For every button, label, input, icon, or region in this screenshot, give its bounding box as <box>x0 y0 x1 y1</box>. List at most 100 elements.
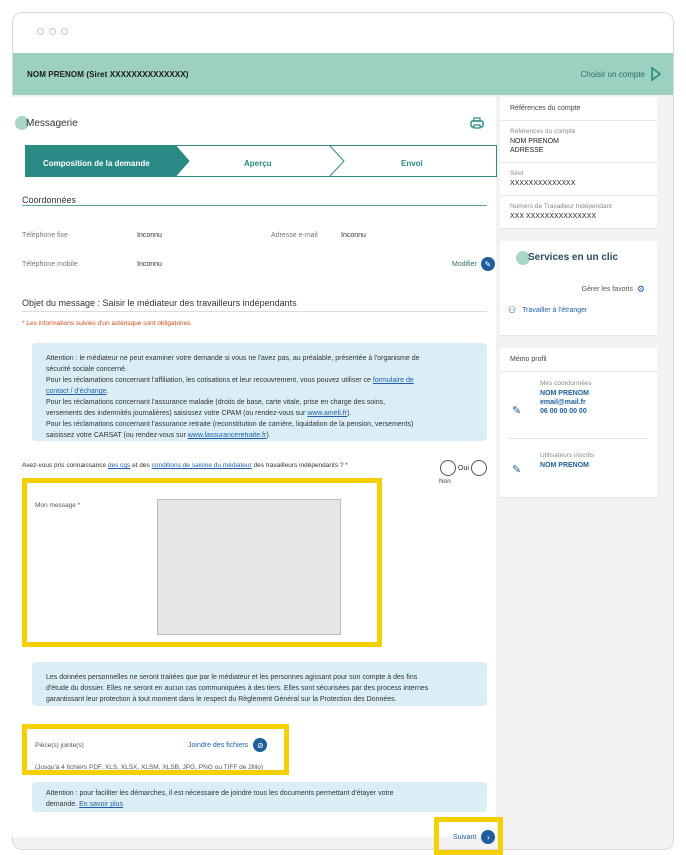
learn-more-link[interactable]: En savoir plus <box>79 801 123 808</box>
memo-divider <box>508 438 648 439</box>
messagerie-title: Messagerie <box>26 118 78 129</box>
highlight-message-area <box>22 478 382 647</box>
privacy-line-3: garantissant leur protection à tout mome… <box>46 696 397 703</box>
memo-coords-label: Mes coordonnées <box>540 380 592 387</box>
edit-coords-pencil-icon[interactable]: ✎ <box>512 404 521 417</box>
service-item-label: Travailler à l'étranger <box>522 307 588 314</box>
maximize-dot[interactable] <box>61 28 68 35</box>
consent-question: Avez-vous pris connaissance des cgs et d… <box>22 462 348 469</box>
account-address: ADRESSE <box>510 147 544 154</box>
privacy-line-1: Les données personnelles ne seront trait… <box>46 674 418 681</box>
attention-line-6-text: versements des indemnités journalières) … <box>46 410 308 417</box>
memo-header: Mémo profil <box>500 348 657 372</box>
edit-users-pencil-icon[interactable]: ✎ <box>512 463 521 476</box>
step-3-label[interactable]: Envoi <box>401 159 423 168</box>
objet-divider <box>22 311 487 312</box>
attention-line-5: Pour les réclamations concernant l'assur… <box>46 399 386 406</box>
attachments-attention-box: Attention : pour faciliter les démarches… <box>32 782 487 812</box>
memo-users: Utilisateurs inscrits NOM PRENOM <box>540 452 594 470</box>
saisine-conditions-link[interactable]: conditions de saisine du médiateur <box>152 462 252 469</box>
coordonnees-title: Coordonnées <box>22 195 77 205</box>
memo-card: Mémo profil ✎ Mes coordonnées NOM PRENOM… <box>500 348 657 498</box>
privacy-box: Les données personnelles ne seront trait… <box>32 662 487 706</box>
radio-oui-label: Oui <box>458 464 469 472</box>
manage-favorites-link[interactable]: Gérer les favoris ⚙ <box>582 284 645 295</box>
services-card: Services en un clic Gérer les favoris ⚙ … <box>500 241 657 336</box>
attention-line-6: versements des indemnités journalières) … <box>46 408 473 419</box>
contact-form-link[interactable]: formulaire de <box>373 377 414 384</box>
memo-user-name: NOM PRENOM <box>540 462 589 469</box>
siret-block: Siret XXXXXXXXXXXXXX <box>500 163 657 196</box>
close-dot[interactable] <box>37 28 44 35</box>
account-refs-label: Références du compte <box>510 128 576 135</box>
modify-label: Modifier <box>452 260 477 268</box>
retraite-link[interactable]: www.lassuranceretraite.fr <box>188 432 267 439</box>
window-titlebar <box>13 13 673 53</box>
messagerie-header: Messagerie <box>5 97 496 141</box>
attention-line-8-end: ). <box>266 432 271 439</box>
memo-email: email@mail.fr <box>540 399 586 406</box>
memo-name: NOM PRENOM <box>540 390 589 397</box>
attention-line-4-end: . <box>106 388 109 395</box>
attention-line-8-text: saisissez votre CARSAT (ou rendez-vous s… <box>46 432 188 439</box>
phone-fixed-value: Inconnu <box>137 232 162 239</box>
account-identity: NOM PRENOM (Siret XXXXXXXXXXXXXX) <box>27 69 189 79</box>
attention-line-8: saisissez votre CARSAT (ou rendez-vous s… <box>46 430 473 441</box>
print-icon[interactable] <box>470 117 484 129</box>
radio-oui[interactable] <box>440 460 456 476</box>
privacy-line-2: d'étude du dossier. Elles ne seront en a… <box>46 685 429 692</box>
attention2-line-2-text: demande. <box>46 801 80 808</box>
manage-favorites-label: Gérer les favoris <box>581 286 633 293</box>
people-icon: ⚇ <box>508 305 517 315</box>
attention-line-3: Pour les réclamations concernant l'affil… <box>46 375 473 386</box>
consent-text-c: des travailleurs indépendants ? * <box>251 462 348 469</box>
ti-block: Numéro de Travailleur Indépendant XXX XX… <box>500 196 657 228</box>
phone-fixed-label: Téléphone fixe <box>22 232 68 239</box>
memo-users-label: Utilisateurs inscrits <box>540 452 595 459</box>
email-label: Adresse e-mail <box>271 232 318 239</box>
phone-mobile-value: Inconnu <box>137 261 162 268</box>
modify-link[interactable]: Modifier ✎ <box>452 257 495 271</box>
memo-coords: Mes coordonnées NOM PRENOM email@mail.fr… <box>540 380 592 416</box>
gear-icon: ⚙ <box>636 284 645 294</box>
service-item-abroad[interactable]: ⚇ Travailler à l'étranger <box>508 305 587 316</box>
radio-non[interactable] <box>470 460 487 476</box>
coordonnees-divider <box>22 205 487 206</box>
step-1-label: Composition de la demande <box>43 159 150 168</box>
services-title: Services en un clic <box>528 252 619 263</box>
attention-line-2: sécurité sociale concerné. <box>46 366 127 373</box>
attention2-line-2: demande. En savoir plus <box>46 799 473 810</box>
attention-line-6-end: ). <box>347 410 352 417</box>
highlight-attachments <box>22 724 289 775</box>
account-refs-header: Références du compte <box>500 97 657 121</box>
phone-mobile-label: Téléphone mobile <box>22 261 78 268</box>
cgs-link[interactable]: des cgs <box>108 462 130 469</box>
sidebar: Références du compte Références du compt… <box>500 97 657 498</box>
contact-exchange-link[interactable]: contact / d'échange <box>46 388 107 395</box>
account-name: NOM PRENOM <box>510 138 559 145</box>
choose-account-link[interactable]: Choisir un compte <box>581 67 661 81</box>
edit-pencil-icon: ✎ <box>480 257 495 271</box>
attention-line-3-text: Pour les réclamations concernant l'affil… <box>46 377 373 384</box>
ti-value: XXX XXXXXXXXXXXXXXX <box>510 213 596 220</box>
account-refs-block: Références du compte NOM PRENOM ADRESSE <box>500 121 657 163</box>
memo-phone: 06 00 00 00 00 <box>540 408 587 415</box>
attention2-line-1: Attention : pour faciliter les démarches… <box>46 790 394 797</box>
services-header: Services en un clic <box>500 241 657 275</box>
play-arrow-icon <box>651 67 661 81</box>
radio-non-label: Non <box>439 478 451 485</box>
attention-box: Attention : le médiateur ne peut examine… <box>32 343 487 441</box>
attention-line-7: Pour les réclamations concernant l'assur… <box>46 421 414 428</box>
attention-line-4: contact / d'échange. <box>46 386 473 397</box>
highlight-next <box>434 817 503 855</box>
objet-title: Objet du message : Saisir le médiateur d… <box>22 298 297 308</box>
ameli-link[interactable]: www.ameli.fr <box>307 410 347 417</box>
attention-line-1: Attention : le médiateur ne peut examine… <box>46 355 420 362</box>
window-controls <box>37 28 68 35</box>
consent-radio-group: Oui <box>440 460 487 476</box>
minimize-dot[interactable] <box>49 28 56 35</box>
consent-text-b: et des <box>130 462 152 469</box>
choose-account-label: Choisir un compte <box>580 69 645 79</box>
step-2-label[interactable]: Aperçu <box>244 159 272 168</box>
account-refs-card: Références du compte Références du compt… <box>500 97 657 229</box>
